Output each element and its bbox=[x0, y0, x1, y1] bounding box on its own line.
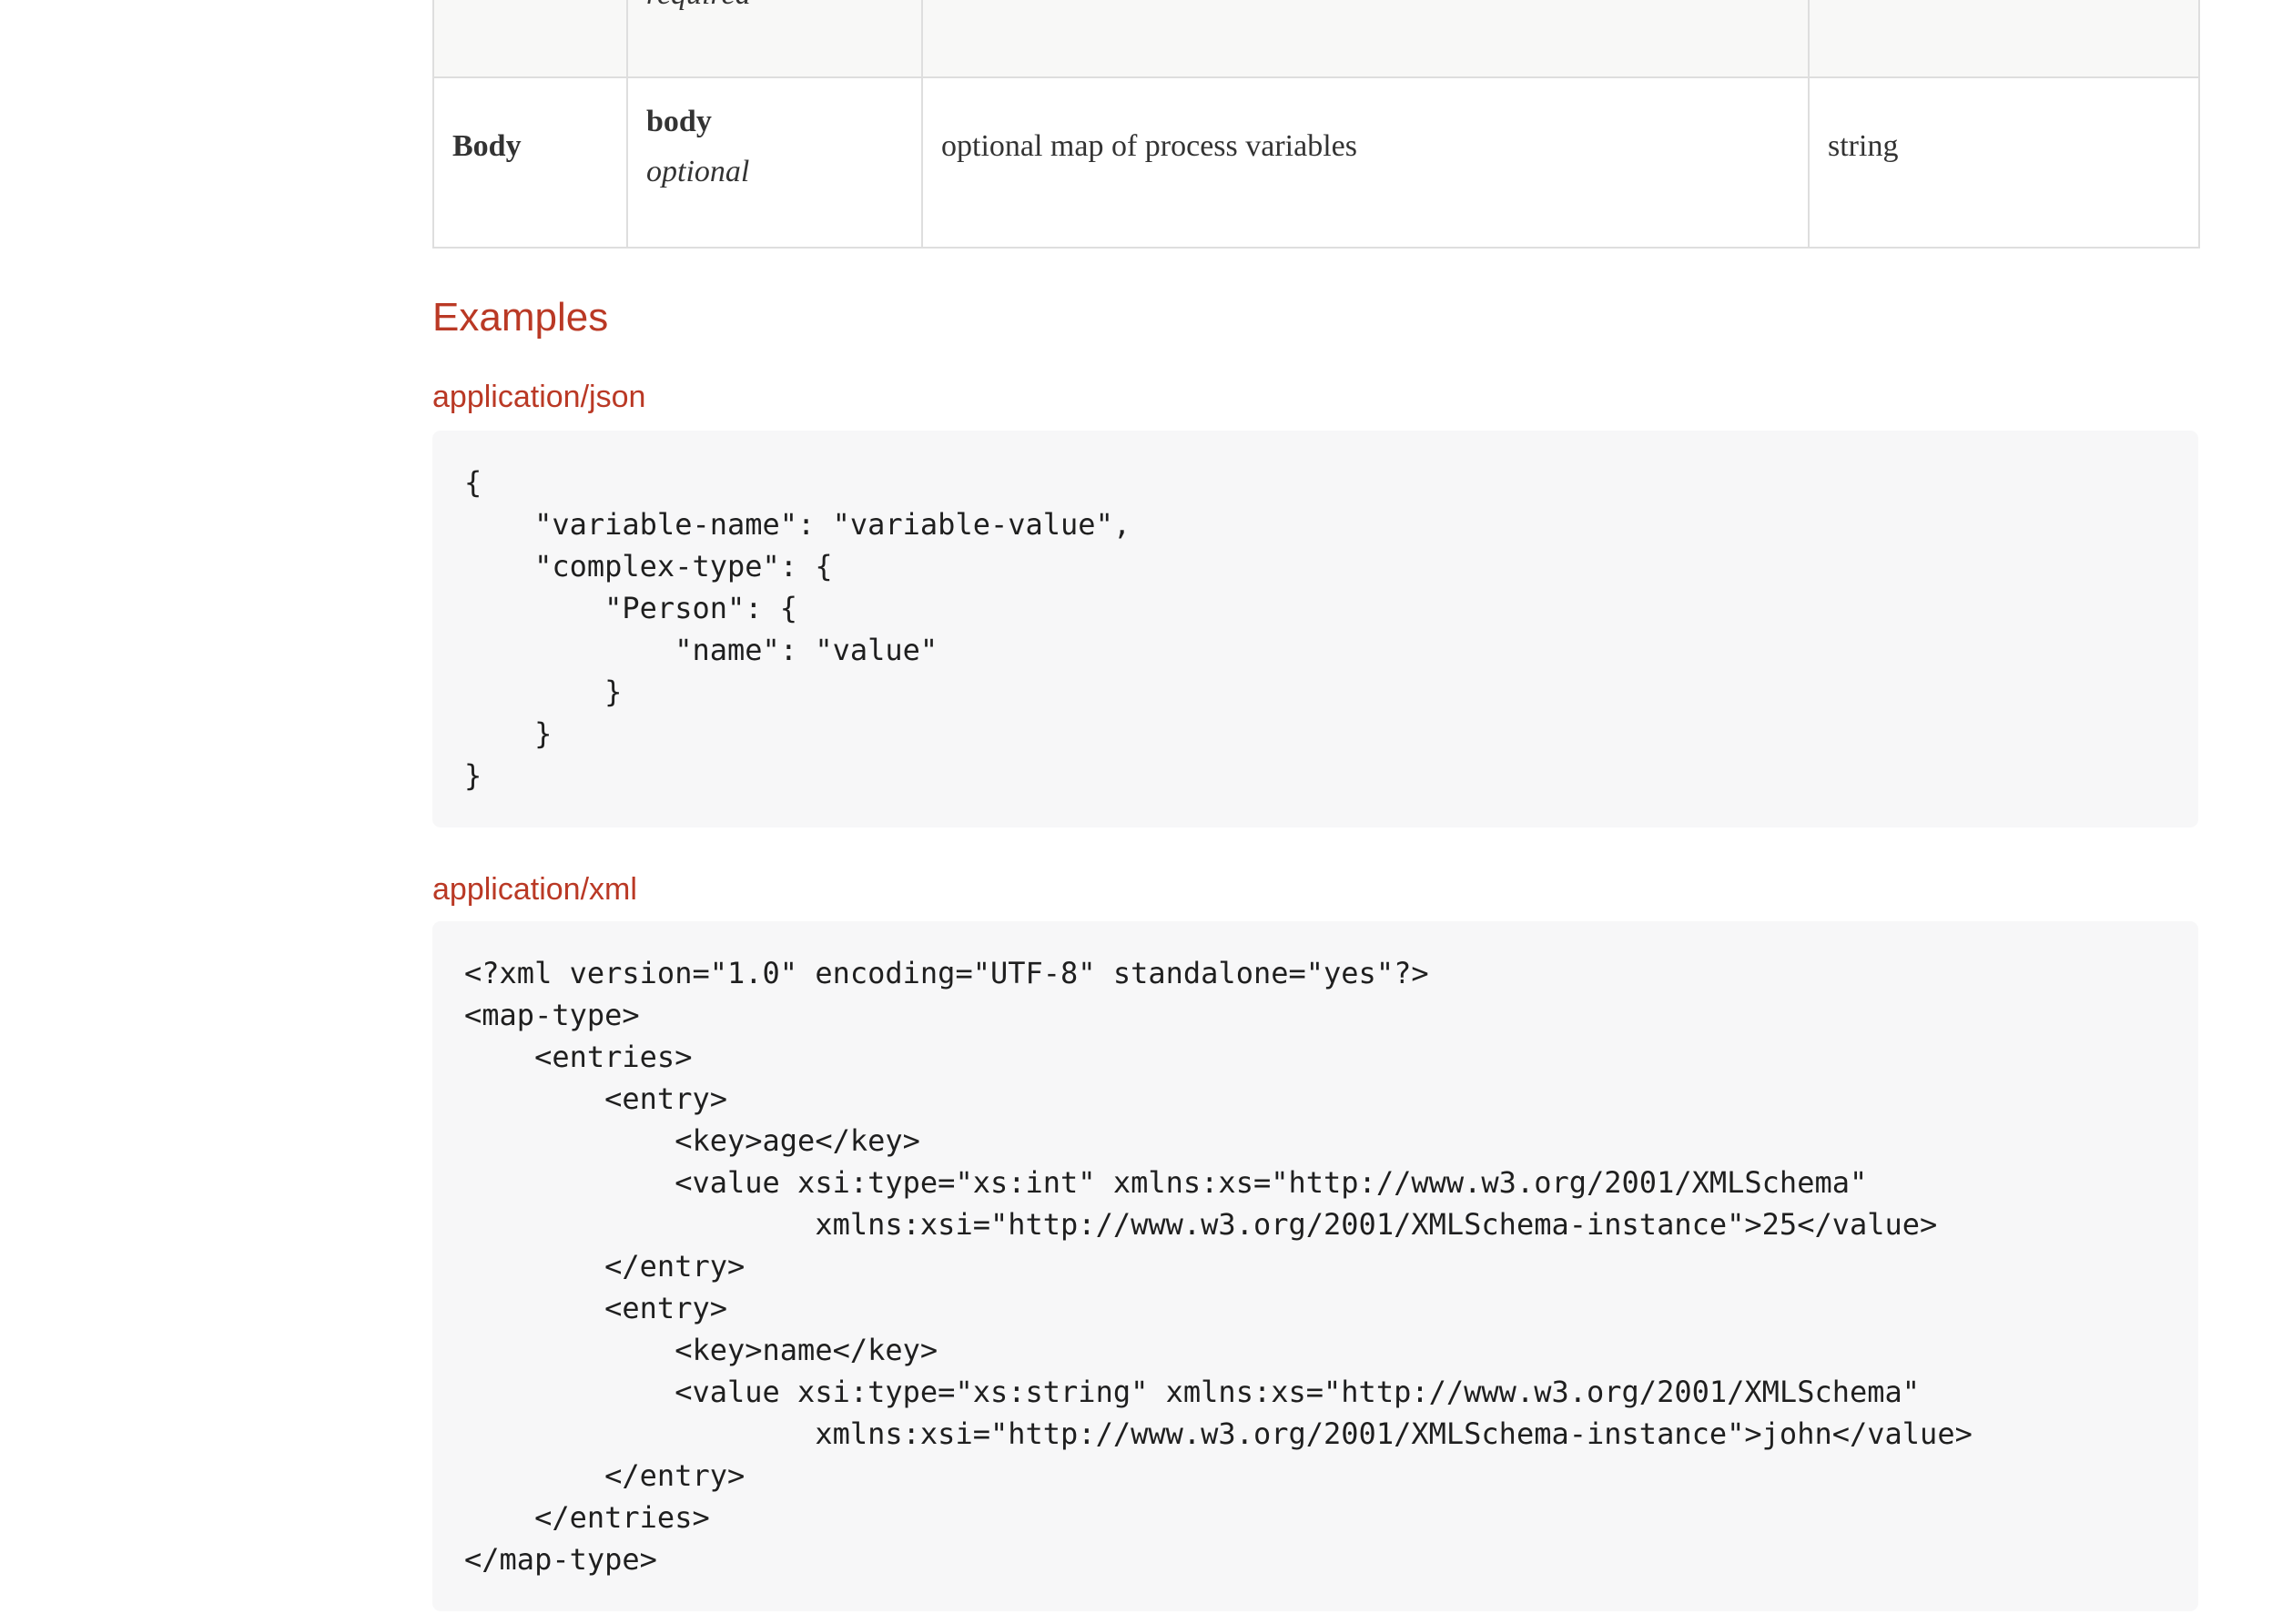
content-type-heading-xml: application/xml bbox=[432, 871, 2198, 908]
param-description-text: optional map of process variables bbox=[941, 129, 1357, 163]
parameters-table: required Body body optional optional map… bbox=[432, 0, 2200, 249]
param-name-cell: body optional bbox=[627, 77, 922, 248]
param-type-label: Body bbox=[452, 129, 522, 163]
param-type-cell: Body bbox=[433, 77, 627, 248]
param-name-cell: required bbox=[627, 0, 922, 77]
param-flag-required: required bbox=[646, 0, 751, 19]
param-name-label: body bbox=[646, 96, 903, 147]
param-schema-cell: string bbox=[1809, 77, 2199, 248]
table-row-body-param: Body body optional optional map of proce… bbox=[433, 77, 2199, 248]
clipped-cell-content: required bbox=[628, 0, 921, 76]
param-schema-text: string bbox=[1828, 129, 1898, 163]
table-row-cut-off: required bbox=[433, 0, 2199, 77]
code-block-json: { "variable-name": "variable-value", "co… bbox=[432, 431, 2198, 827]
doc-content: required Body body optional optional map… bbox=[432, 0, 2198, 1611]
param-description-cell: optional map of process variables bbox=[922, 77, 1809, 248]
examples-heading: Examples bbox=[432, 294, 2198, 342]
api-doc-page: { "colors": { "heading_accent": "#ba3925… bbox=[0, 0, 2272, 1624]
content-type-heading-json: application/json bbox=[432, 379, 2198, 416]
param-flag-label: optional bbox=[646, 147, 903, 197]
param-description-cell bbox=[922, 0, 1809, 77]
param-schema-cell bbox=[1809, 0, 2199, 77]
param-type-cell bbox=[433, 0, 627, 77]
code-block-xml: <?xml version="1.0" encoding="UTF-8" sta… bbox=[432, 921, 2198, 1611]
